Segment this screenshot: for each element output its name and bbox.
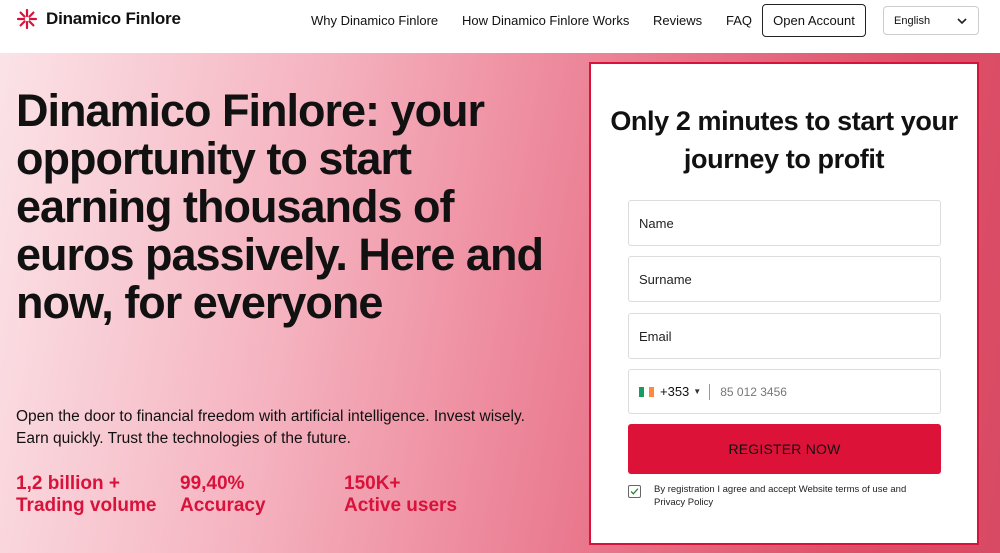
email-field[interactable]: Email (628, 313, 941, 359)
name-field[interactable]: Name (628, 200, 941, 246)
name-placeholder: Name (639, 215, 674, 231)
nav-link-faq[interactable]: FAQ (726, 13, 752, 28)
stat-accuracy: 99,40% Accuracy (180, 473, 266, 517)
language-value: English (894, 14, 931, 27)
stat-value: 99,40% (180, 473, 245, 494)
language-select[interactable]: English (883, 6, 979, 35)
nav-link-reviews[interactable]: Reviews (653, 13, 702, 28)
consent-text: By registration I agree and accept Websi… (654, 484, 907, 508)
caret-down-icon[interactable]: ▼ (693, 387, 701, 396)
ireland-flag-icon[interactable] (639, 386, 654, 397)
open-account-button[interactable]: Open Account (762, 4, 866, 37)
stat-label: Accuracy (180, 495, 266, 516)
hero-title: Dinamico Finlore: your opportunity to st… (16, 85, 544, 328)
phone-field[interactable]: +353 ▼ 85 012 3456 (628, 369, 941, 414)
brand-name: Dinamico Finlore (46, 9, 181, 28)
surname-placeholder: Surname (639, 271, 692, 287)
site-header: Dinamico Finlore Why Dinamico Finlore Ho… (0, 0, 1000, 40)
email-placeholder: Email (639, 328, 672, 344)
stat-trading-volume: 1,2 billion + Trading volume (16, 473, 156, 517)
nav-link-how[interactable]: How Dinamico Finlore Works (462, 13, 629, 28)
brand-logo[interactable]: Dinamico Finlore (16, 8, 181, 30)
phone-placeholder: 85 012 3456 (720, 384, 787, 399)
form-title: Only 2 minutes to start your journey to … (610, 106, 958, 174)
nav-link-why[interactable]: Why Dinamico Finlore (311, 13, 438, 28)
stat-value: 150K+ (344, 473, 401, 494)
registration-form: Only 2 minutes to start your journey to … (589, 62, 979, 545)
consent-checkbox[interactable] (628, 485, 641, 498)
phone-country-code[interactable]: +353 (660, 384, 689, 399)
register-button[interactable]: REGISTER NOW (628, 424, 941, 474)
starburst-icon (16, 8, 38, 30)
chevron-down-icon (957, 18, 967, 25)
stat-label: Active users (344, 495, 458, 516)
stat-value: 1,2 billion + (16, 473, 120, 494)
surname-field[interactable]: Surname (628, 256, 941, 302)
stat-active-users: 150K+ Active users (344, 473, 457, 517)
stat-label: Trading volume (16, 495, 157, 516)
phone-divider (709, 383, 711, 400)
hero-subtitle: Open the door to financial freedom with … (16, 408, 525, 447)
